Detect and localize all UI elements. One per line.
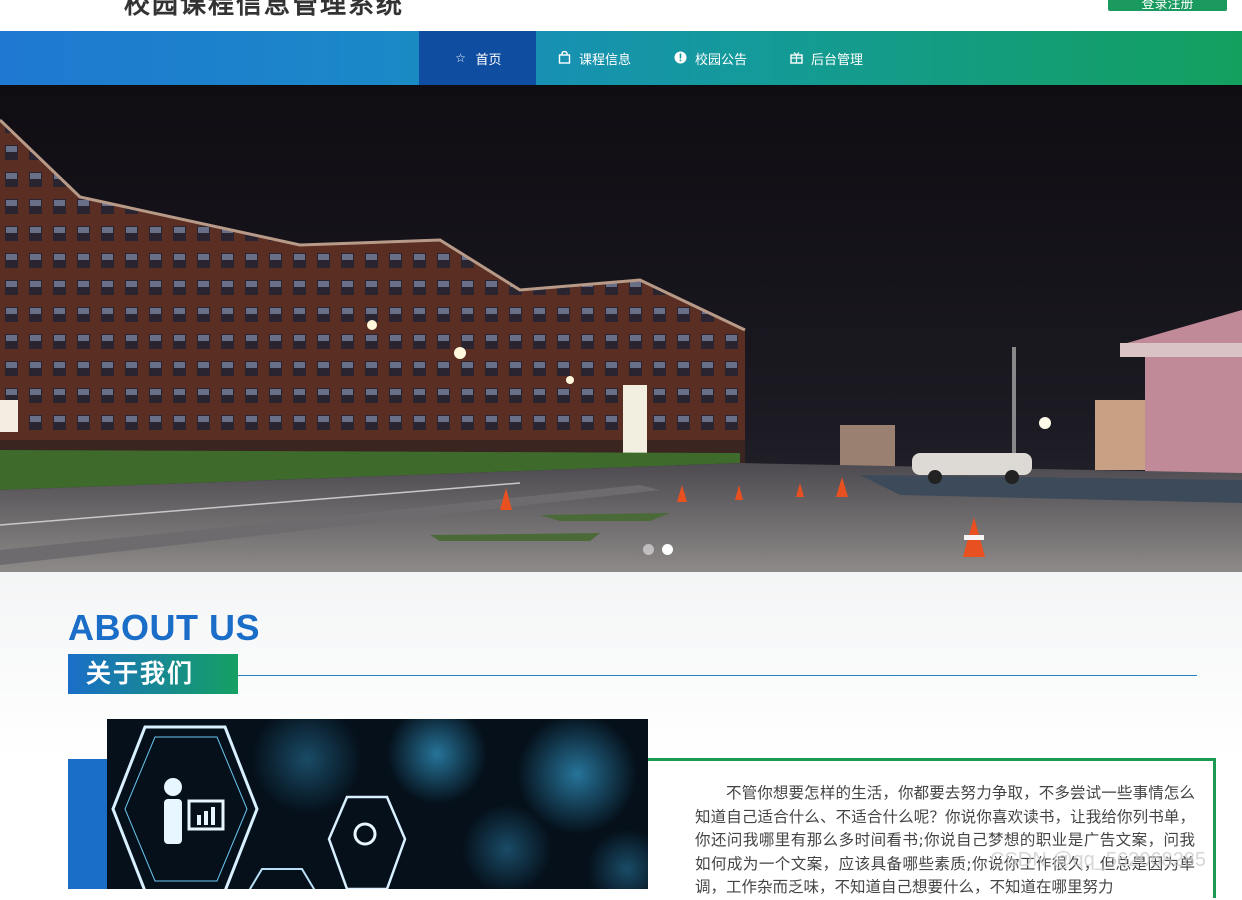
carousel-dots [643,544,673,555]
carousel-dot-active[interactable] [662,544,673,555]
campus-night-photo [0,85,1242,572]
nav-item-label: 课程信息 [579,52,632,68]
nav-item-home[interactable]: ☆ 首页 [419,31,536,85]
about-paragraph: 不管你想要怎样的生活，你都要去努力争取，不多尝试一些事情怎么知道自己适合什么、不… [695,784,1195,896]
hero-banner[interactable] [0,85,1242,572]
nav-item-notices[interactable]: 校园公告 [673,31,747,85]
about-title-cn: 关于我们 [68,654,238,694]
gift-icon [789,51,803,65]
watermark: CSDN @qq_562068285 [990,849,1207,871]
decor-block [68,759,108,889]
about-section: ABOUT US 关于我们 不管你想要怎样的生活，你都要去努力争取，不多尝试一些… [0,572,1242,898]
star-icon: ☆ [455,51,466,65]
nav-item-label: 首页 [475,52,502,68]
nav-item-admin[interactable]: 后台管理 [789,31,863,85]
about-title-en: ABOUT US [68,607,260,648]
nav-item-courses[interactable]: 课程信息 [557,31,631,85]
divider [238,675,1197,676]
main-nav: ☆ 首页 课程信息 校园公告 后台管理 [0,31,1242,85]
site-title: 校园课程信息管理系统 [124,0,405,20]
about-image [107,719,648,889]
info-icon [673,51,687,65]
top-header: 校园课程信息管理系统 登录注册 [0,0,1242,31]
carousel-dot[interactable] [643,544,654,555]
nav-item-label: 后台管理 [811,52,864,68]
nav-item-label: 校园公告 [695,52,748,68]
tech-hexagon-image [107,719,648,889]
bag-icon [557,50,571,65]
login-register-button[interactable]: 登录注册 [1108,0,1227,12]
